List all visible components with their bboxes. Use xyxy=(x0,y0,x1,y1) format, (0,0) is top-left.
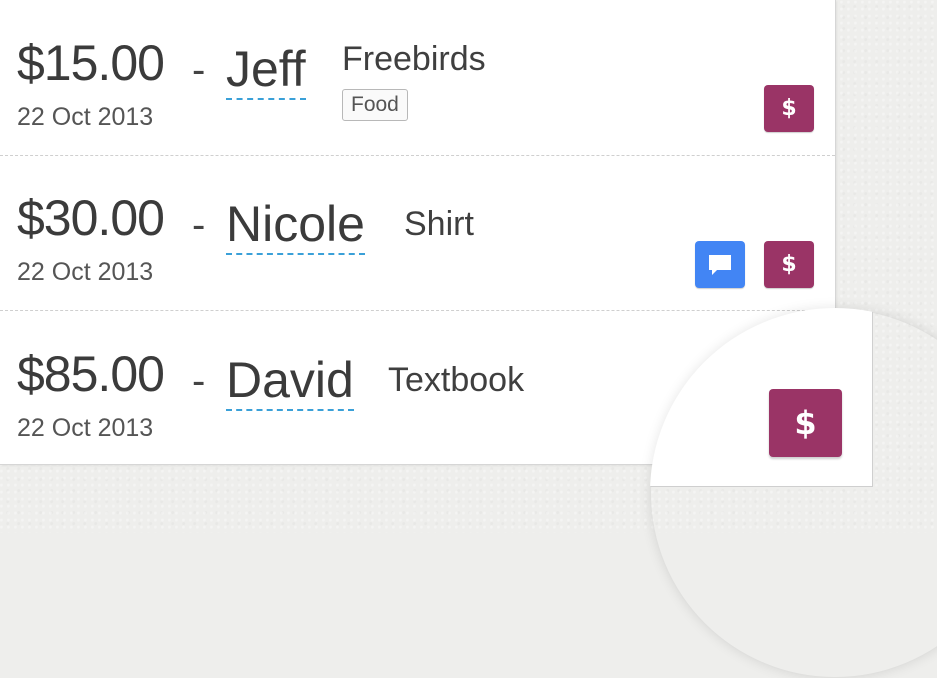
transaction-date: 22 Oct 2013 xyxy=(17,258,154,286)
person-name-link[interactable]: David xyxy=(226,351,354,411)
transaction-amount: $30.00 xyxy=(17,190,165,246)
transaction-description: Textbook xyxy=(388,361,525,399)
category-tag[interactable]: Food xyxy=(342,89,408,121)
person-name-link[interactable]: Jeff xyxy=(226,40,306,100)
chat-bubble-icon xyxy=(709,254,731,275)
dollar-icon: $ xyxy=(794,404,817,442)
pay-button[interactable]: $ xyxy=(764,85,814,132)
transaction-amount: $15.00 xyxy=(17,35,165,91)
pay-button-magnified[interactable]: $ xyxy=(769,389,842,457)
separator-dash: - xyxy=(192,48,206,92)
magnifier-lens: $ xyxy=(650,308,937,678)
separator-dash: - xyxy=(192,203,206,247)
transaction-date: 22 Oct 2013 xyxy=(17,103,154,131)
transaction-description: Freebirds xyxy=(342,40,486,78)
transaction-description: Shirt xyxy=(404,205,474,243)
dollar-icon: $ xyxy=(781,252,797,277)
transaction-row-nicole[interactable]: $30.00 - Nicole Shirt 22 Oct 2013 $ xyxy=(0,155,835,311)
transaction-row-jeff[interactable]: $15.00 - Jeff Freebirds 22 Oct 2013 Food… xyxy=(0,0,835,156)
transaction-amount: $85.00 xyxy=(17,346,165,402)
person-name-link[interactable]: Nicole xyxy=(226,195,365,255)
message-button[interactable] xyxy=(695,241,745,288)
dollar-icon: $ xyxy=(781,96,797,121)
pay-button[interactable]: $ xyxy=(764,241,814,288)
separator-dash: - xyxy=(192,359,206,403)
transaction-date: 22 Oct 2013 xyxy=(17,414,154,442)
